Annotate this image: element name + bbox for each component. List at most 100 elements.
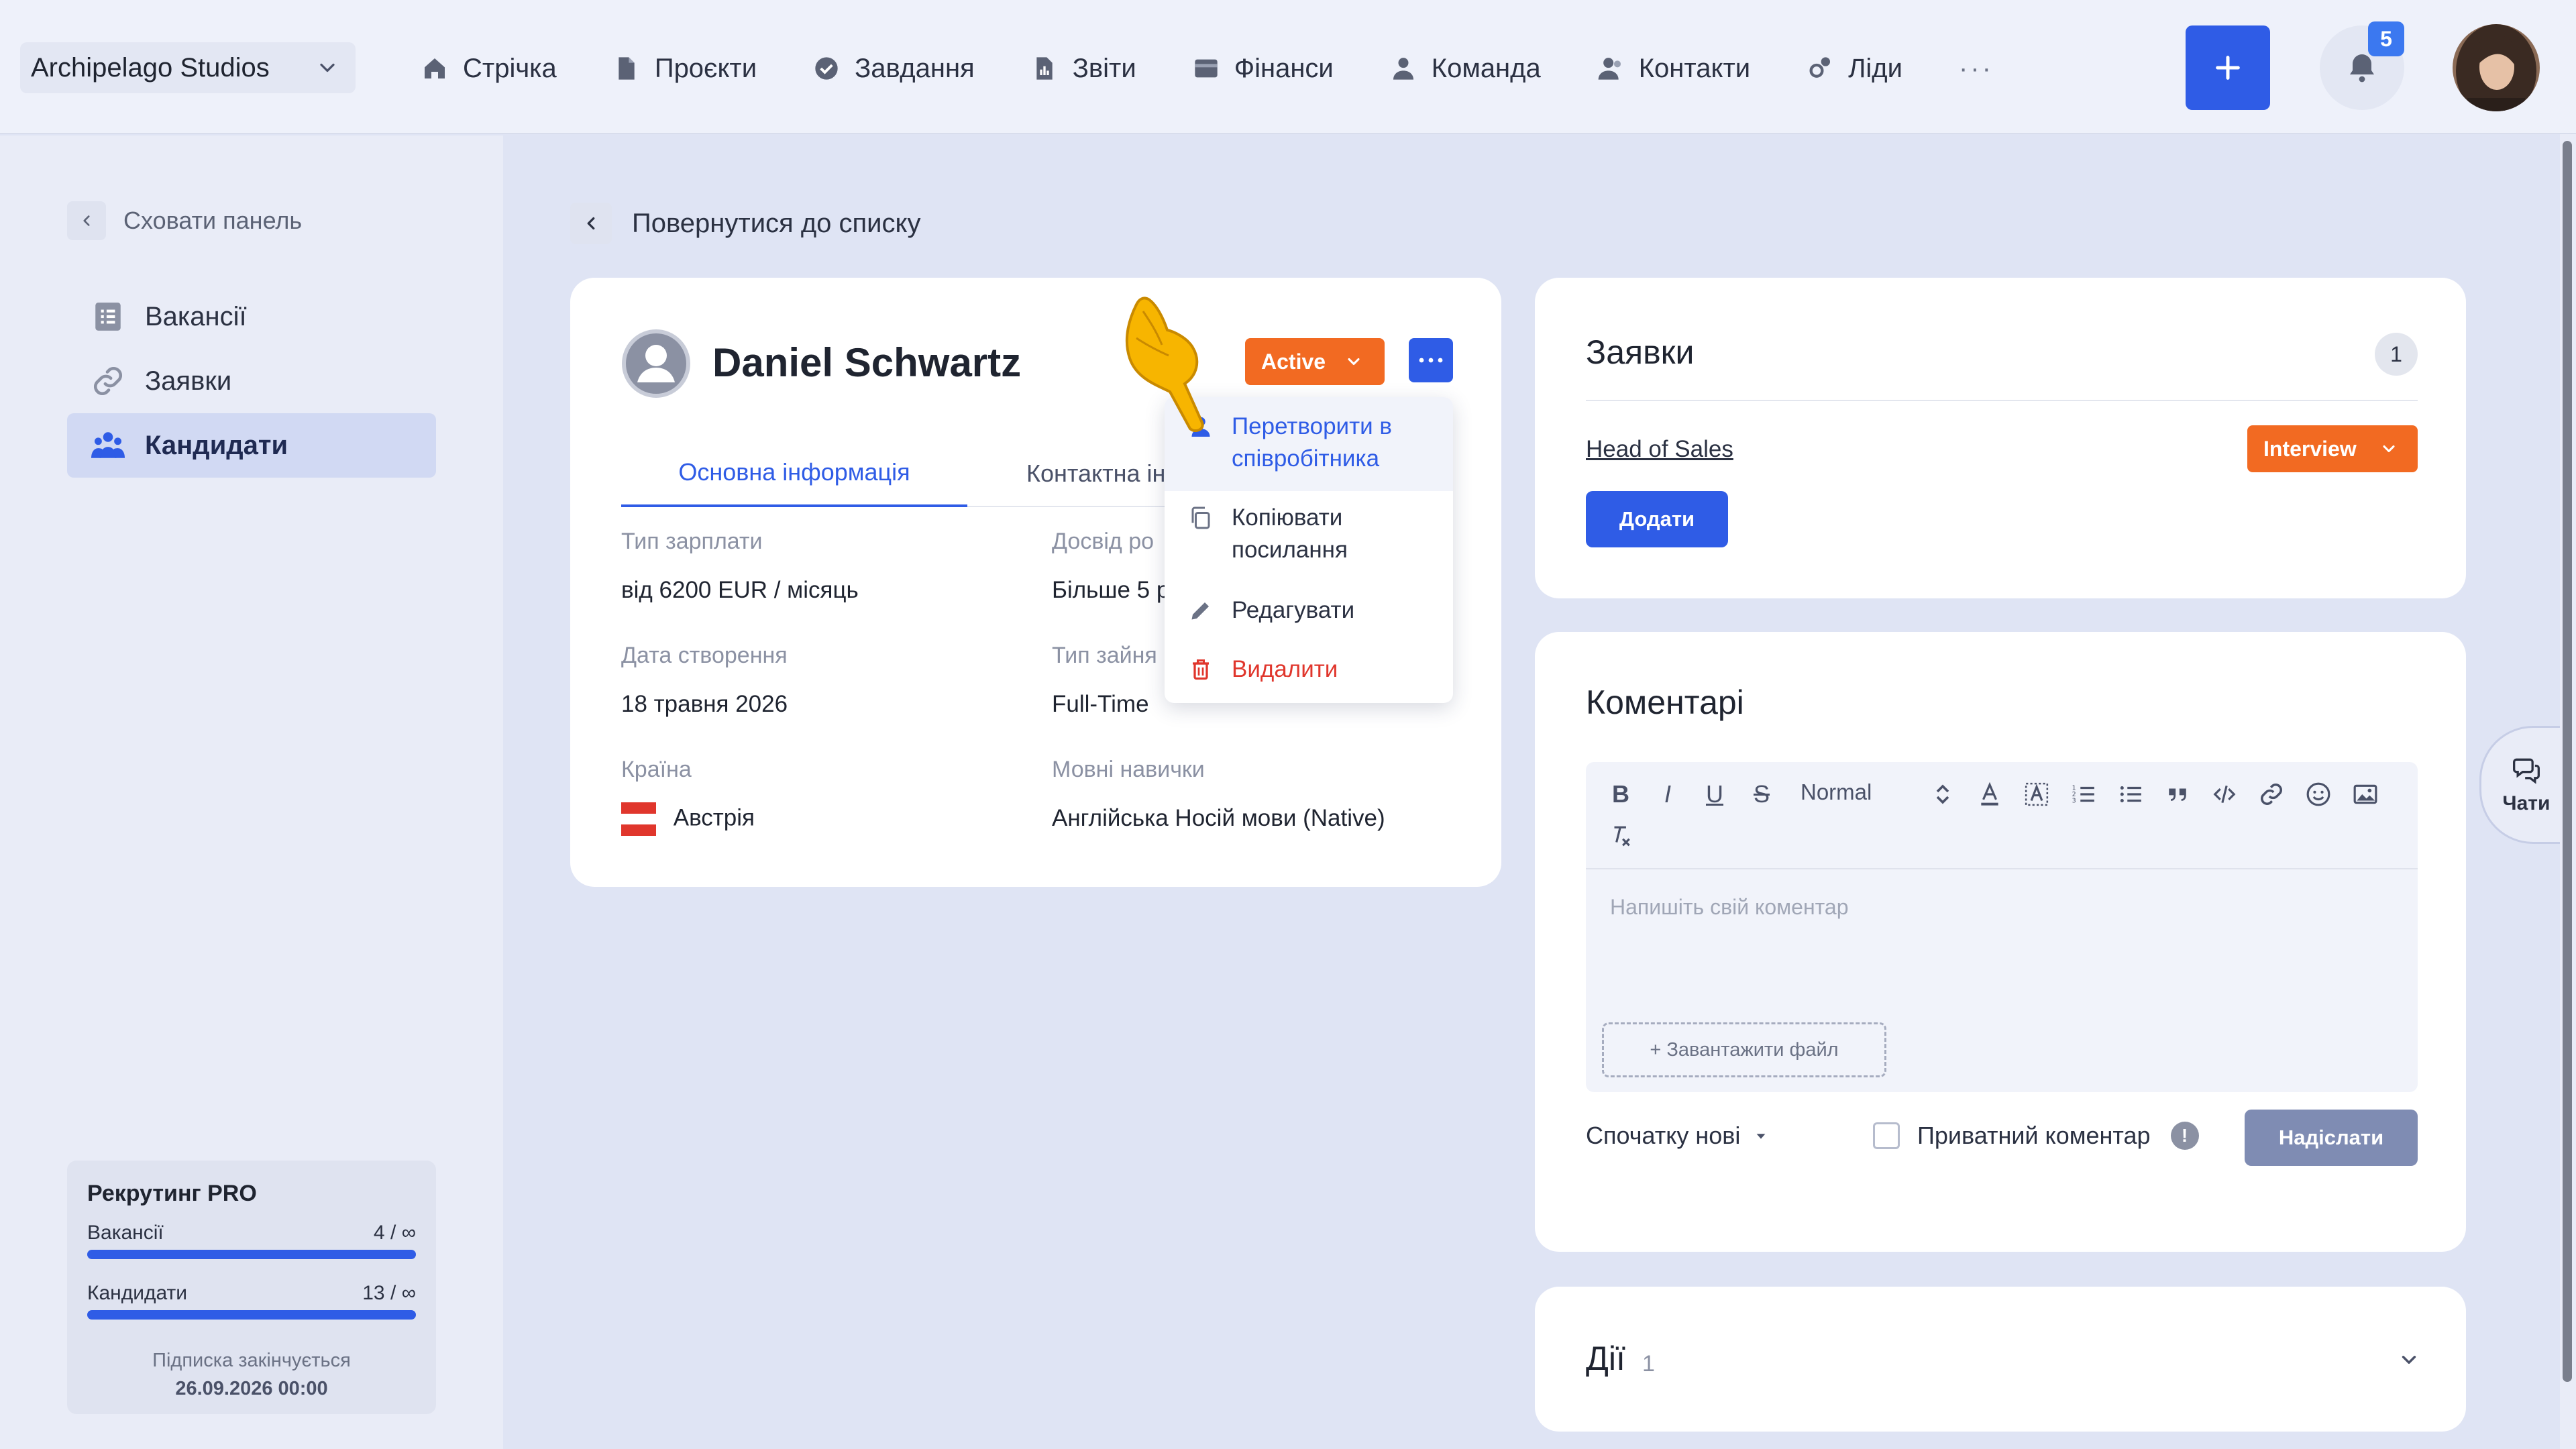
check-circle-icon — [815, 57, 838, 80]
send-comment-button[interactable]: Надіслати — [2245, 1110, 2418, 1166]
info-icon[interactable]: ! — [2170, 1122, 2199, 1150]
nav-tasks[interactable]: Завдання — [813, 54, 975, 84]
chat-bubbles-icon — [2513, 758, 2540, 784]
applications-title: Заявки — [1586, 333, 1695, 371]
upload-file-button[interactable]: + Завантажити файл — [1602, 1022, 1886, 1077]
candidate-status-dropdown[interactable]: Active — [1245, 338, 1385, 385]
report-icon — [1036, 57, 1053, 80]
code-icon[interactable] — [2210, 780, 2239, 809]
nav-leads[interactable]: Ліди — [1807, 54, 1902, 84]
menu-label-line: співробітника — [1232, 445, 1380, 472]
company-selector[interactable]: Archipelago Studios — [20, 42, 356, 93]
trash-icon — [1193, 659, 1209, 680]
plan-row-label: Кандидати — [87, 1282, 188, 1304]
employment-label: Тип зайня — [1052, 643, 1157, 668]
format-select[interactable]: Normal — [1801, 780, 1935, 805]
link-icon[interactable] — [2257, 780, 2286, 809]
tab-main-info[interactable]: Основна інформація — [621, 440, 967, 507]
menu-label-line: посилання — [1232, 537, 1348, 563]
comments-title: Коментарі — [1586, 684, 1744, 721]
menu-delete[interactable]: Видалити — [1165, 653, 1453, 700]
stage-label: Interview — [2263, 436, 2357, 461]
nav-projects[interactable]: Проєкти — [613, 54, 757, 84]
sidebar-item-candidates[interactable]: Кандидати — [67, 413, 436, 478]
plan-usage-bar — [87, 1310, 416, 1320]
actions-title: Дії — [1586, 1340, 1625, 1377]
menu-item-label: Перетворити в співробітника — [1232, 411, 1392, 475]
actions-card[interactable]: Дії 1 — [1535, 1287, 2466, 1432]
country-label: Країна — [621, 757, 692, 782]
underline-icon[interactable]: U — [1700, 780, 1729, 809]
more-actions-button[interactable] — [1409, 338, 1453, 382]
text-color-icon[interactable] — [1975, 780, 2004, 809]
plan-expiry: Підписка закінчується 26.09.2026 00:00 — [87, 1346, 416, 1403]
italic-icon[interactable]: I — [1653, 780, 1682, 809]
highlight-icon[interactable] — [2022, 780, 2051, 809]
sort-dropdown[interactable]: Спочатку нові — [1586, 1122, 1768, 1150]
chevron-down-icon[interactable] — [2398, 1348, 2420, 1371]
candidate-actions-menu: Перетворити в співробітника Копіювати по… — [1165, 397, 1453, 703]
nav-team[interactable]: Команда — [1390, 54, 1541, 84]
nav-reports[interactable]: Звіти — [1031, 54, 1136, 84]
back-to-list-button[interactable]: Повернутися до списку — [570, 203, 920, 244]
languages-label: Мовні навички — [1052, 757, 1205, 782]
ordered-list-icon[interactable]: 123 — [2069, 780, 2098, 809]
chevron-down-icon — [1348, 358, 1360, 366]
clear-format-icon[interactable] — [1606, 821, 1635, 851]
created-value: 18 травня 2026 — [621, 691, 788, 717]
home-icon — [425, 58, 445, 78]
list-icon — [95, 303, 121, 331]
hide-panel-button[interactable]: Сховати панель — [67, 201, 302, 240]
menu-copy-link[interactable]: Копіювати посилання — [1165, 502, 1453, 576]
country-value: Австрія — [673, 804, 755, 831]
comment-editor: B I U S Normal 123 Напишіть свій комента… — [1586, 762, 2418, 1092]
created-label: Дата створення — [621, 643, 788, 668]
bold-icon[interactable]: B — [1606, 780, 1635, 809]
sidebar-item-vacancies[interactable]: Вакансії — [67, 284, 436, 349]
tab-contact-info[interactable]: Контактна ін — [1026, 440, 1187, 507]
sidebar-item-applications[interactable]: Заявки — [67, 349, 436, 413]
nav-team-label: Команда — [1431, 53, 1541, 83]
menu-item-label: Видалити — [1232, 656, 1338, 682]
candidate-avatar-icon — [622, 329, 690, 398]
nav-contacts[interactable]: Контакти — [1597, 54, 1750, 84]
bullet-list-icon[interactable] — [2116, 780, 2145, 809]
plan-usage-candidates: Кандидати 13 / ∞ — [87, 1282, 416, 1305]
scrollbar-thumb[interactable] — [2563, 141, 2572, 1382]
select-arrows-icon[interactable] — [1928, 780, 1957, 809]
hide-panel-label: Сховати панель — [123, 207, 303, 234]
plan-usage-bar — [87, 1250, 416, 1259]
plan-title: Рекрутинг PRO — [87, 1181, 257, 1206]
create-button[interactable] — [2186, 25, 2270, 110]
add-application-button[interactable]: Додати — [1586, 491, 1728, 547]
emoji-icon[interactable] — [2304, 780, 2333, 809]
document-icon — [619, 57, 635, 80]
sidebar-item-label: Вакансії — [145, 301, 247, 331]
experience-label: Досвід ро — [1052, 529, 1155, 554]
plan-row-label: Вакансії — [87, 1222, 164, 1244]
plan-expiry-label: Підписка закінчується — [152, 1350, 351, 1371]
application-stage-dropdown[interactable]: Interview — [2247, 425, 2418, 472]
nav-contacts-label: Контакти — [1638, 53, 1751, 83]
user-avatar[interactable] — [2453, 24, 2540, 111]
image-icon[interactable] — [2351, 780, 2380, 809]
menu-label-line: Копіювати — [1232, 504, 1343, 531]
nav-tasks-label: Завдання — [855, 53, 975, 83]
menu-edit[interactable]: Редагувати — [1165, 594, 1453, 641]
company-name: Archipelago Studios — [31, 52, 270, 83]
menu-label-line: Перетворити в — [1232, 413, 1393, 439]
chevron-left-icon — [570, 203, 612, 244]
strikethrough-icon[interactable]: S — [1747, 780, 1776, 809]
quote-icon[interactable] — [2163, 780, 2192, 809]
application-position-link[interactable]: Head of Sales — [1586, 436, 1733, 463]
candidate-name: Daniel Schwartz — [712, 340, 1022, 385]
plan-usage-vacancies: Вакансії 4 / ∞ — [87, 1222, 416, 1244]
plan-row-value: 13 / ∞ — [362, 1282, 416, 1304]
comment-input[interactable]: Напишіть свій коментар — [1610, 895, 1849, 920]
nav-finance[interactable]: Фінанси — [1193, 54, 1334, 84]
plan-row-value: 4 / ∞ — [373, 1222, 416, 1244]
nav-more-button[interactable]: ··· — [1959, 54, 1994, 84]
private-comment-checkbox[interactable] — [1873, 1122, 1900, 1149]
salary-label: Тип зарплати — [621, 529, 763, 554]
nav-feed[interactable]: Стрічка — [421, 54, 557, 84]
